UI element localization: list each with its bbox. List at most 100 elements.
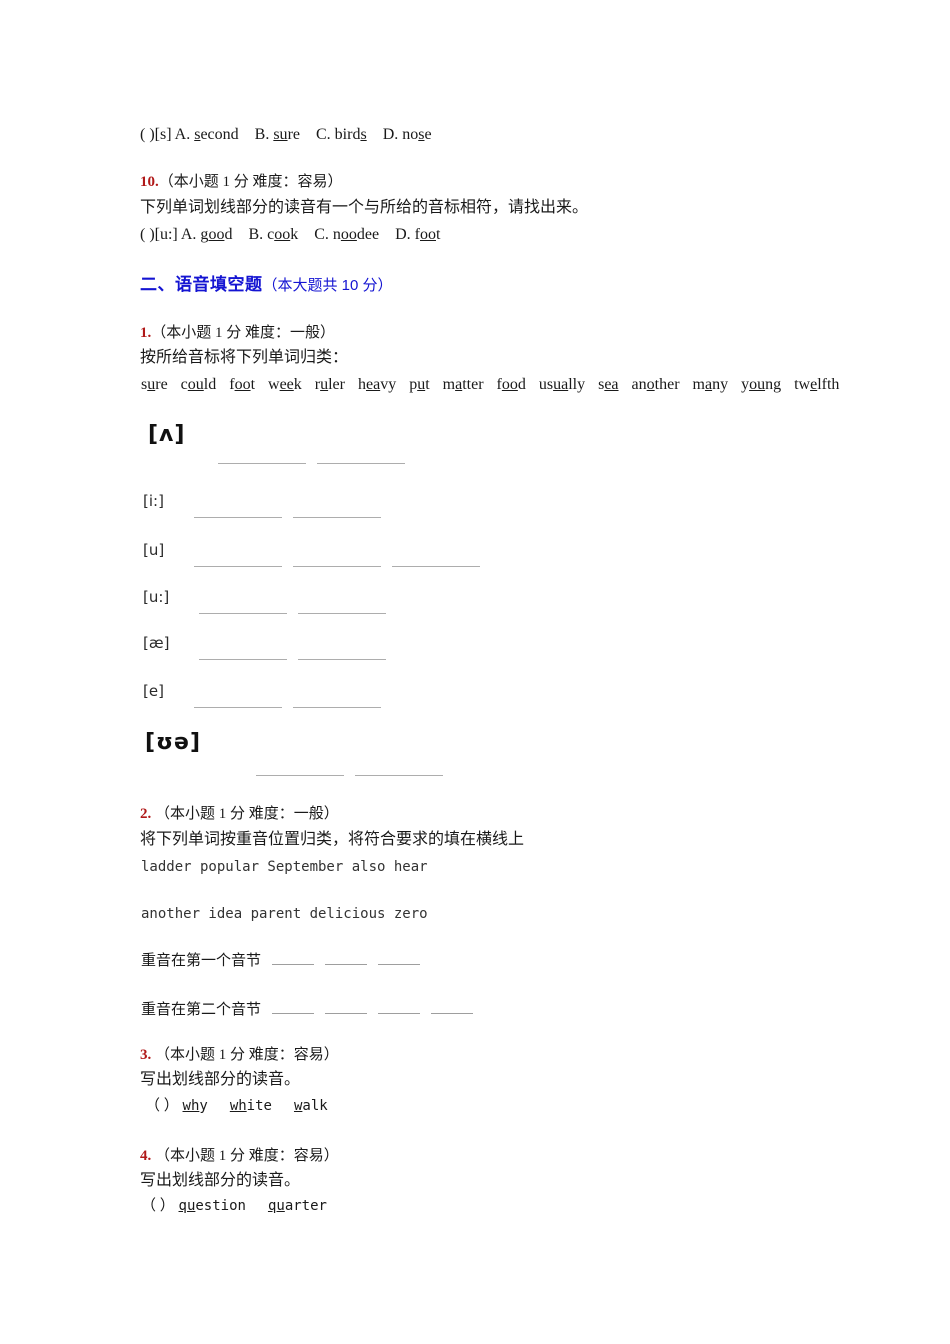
question-2-word-line-1: ladder popular September also hear — [141, 859, 428, 875]
answer-bracket[interactable]: ( ) — [140, 126, 155, 143]
question-meta: （本小题 1 分 难度：一般） — [155, 806, 339, 822]
choice-option[interactable]: D. nose — [383, 126, 432, 143]
question-number: 1. — [140, 325, 152, 341]
answer-blank[interactable] — [378, 963, 421, 965]
word-bank-item: many — [692, 376, 729, 393]
choice-option[interactable]: A. second — [175, 126, 239, 143]
word-bank-item: food — [496, 376, 526, 393]
question-meta: （本小题 1 分 难度：一般） — [151, 325, 336, 341]
ipa-group-row: [i:] — [143, 492, 381, 518]
choice-option[interactable]: D. foot — [395, 226, 440, 243]
choice-option[interactable]: A. good — [181, 226, 233, 243]
word-bank-item: young — [741, 376, 782, 393]
choice-option[interactable]: B. cook — [248, 226, 298, 243]
word-bank-item: week — [268, 376, 302, 393]
underlined-word: quarter — [267, 1198, 327, 1214]
ipa-symbol: [u] — [143, 541, 165, 559]
ipa-answer-blanks[interactable] — [199, 612, 387, 614]
question-10-stem: 下列单词划线部分的读音有一个与所给的音标相符，请找出来。 — [140, 199, 589, 216]
section-two-heading: 二、语音填空题（本大题共 10 分） — [140, 276, 393, 293]
ipa-group-row: [ʌ] — [148, 424, 406, 464]
word-bank-item: could — [180, 376, 217, 393]
answer-blank[interactable] — [272, 1012, 315, 1014]
ipa-symbol: [æ] — [143, 634, 170, 652]
ipa-symbol: [e] — [143, 682, 164, 700]
answer-bracket[interactable]: （ ） — [145, 1098, 179, 1114]
question-3-header: 3. （本小题 1 分 难度：容易） — [140, 1048, 339, 1063]
answer-blank[interactable] — [325, 963, 368, 965]
ipa-group-row: [u] — [143, 541, 481, 567]
answer-bracket[interactable]: （ ） — [141, 1198, 175, 1214]
answer-blank[interactable] — [199, 658, 288, 660]
question-4-stem: 写出划线部分的读音。 — [140, 1172, 301, 1189]
stress-second-syllable-label: 重音在第二个音节 — [141, 1002, 262, 1018]
word-bank-item: put — [409, 376, 430, 393]
stress-second-syllable-blanks[interactable] — [261, 1002, 474, 1019]
ipa-group-row: [e] — [143, 682, 381, 708]
question-1-header: 1.（本小题 1 分 难度：一般） — [140, 326, 335, 341]
choice-line-s: ( )[s] A. second B. sure C. birds D. nose — [140, 127, 448, 143]
word-bank-item: sea — [598, 376, 619, 393]
stress-first-syllable-blanks[interactable] — [261, 953, 421, 970]
answer-bracket[interactable]: ( ) — [140, 226, 155, 243]
answer-blank[interactable] — [298, 658, 387, 660]
choice-option[interactable]: B. sure — [255, 126, 300, 143]
word-bank-item: another — [631, 376, 680, 393]
underlined-word: walk — [293, 1098, 328, 1114]
ipa-answer-blanks[interactable] — [194, 565, 481, 567]
ipa-answer-blanks[interactable] — [193, 516, 381, 518]
ipa-group-row: [æ] — [143, 634, 387, 660]
answer-blank[interactable] — [218, 462, 307, 464]
answer-blank[interactable] — [193, 516, 282, 518]
answer-blank[interactable] — [355, 774, 444, 776]
question-2-word-line-2: another idea parent delicious zero — [141, 906, 428, 922]
choice-options: A. good B. cook C. noodee D. foot — [181, 226, 457, 243]
question-3-stem: 写出划线部分的读音。 — [140, 1071, 301, 1088]
choice-options: A. second B. sure C. birds D. nose — [175, 126, 448, 143]
ipa-answer-blanks[interactable] — [193, 706, 381, 708]
answer-blank[interactable] — [199, 612, 288, 614]
answer-blank[interactable] — [193, 706, 282, 708]
question-number: 4. — [140, 1148, 152, 1164]
stress-first-syllable-label: 重音在第一个音节 — [141, 953, 262, 969]
word-bank-item: usually — [538, 376, 586, 393]
answer-blank[interactable] — [272, 963, 315, 965]
answer-blank[interactable] — [298, 612, 387, 614]
ipa-group-row: [ʊə] — [145, 732, 444, 776]
stress-first-syllable-row: 重音在第一个音节 — [141, 949, 421, 970]
choice-line-u-long: ( )[u:] A. good B. cook C. noodee D. foot — [140, 227, 456, 243]
answer-blank[interactable] — [256, 774, 345, 776]
section-points: （本大题共 10 分） — [262, 277, 393, 294]
answer-blank[interactable] — [292, 706, 381, 708]
answer-blank[interactable] — [378, 1012, 421, 1014]
ipa-answer-blanks[interactable] — [218, 462, 406, 464]
choice-option[interactable]: C. birds — [316, 126, 367, 143]
answer-blank[interactable] — [292, 516, 381, 518]
word-bank: sure could foot week ruler heavy put matter food… — [141, 376, 852, 394]
section-title: 二、语音填空题 — [140, 275, 263, 294]
ipa-symbol: [i:] — [143, 492, 164, 510]
answer-blank[interactable] — [194, 565, 283, 567]
word-bank-item: sure — [141, 376, 168, 393]
underlined-word: why — [182, 1098, 208, 1114]
choice-option[interactable]: C. noodee — [314, 226, 379, 243]
question-meta: （本小题 1 分 难度：容易） — [155, 1047, 339, 1063]
question-4-words: question quarter — [179, 1198, 349, 1214]
question-number: 2. — [140, 806, 152, 822]
question-3-words: why white walk — [183, 1098, 350, 1114]
answer-blank[interactable] — [325, 1012, 368, 1014]
word-bank-item: heavy — [357, 376, 397, 393]
phonetic-symbol: [s] — [154, 126, 175, 143]
worksheet-page: ( )[s] A. second B. sure C. birds D. nose 1… — [0, 0, 950, 1344]
stress-second-syllable-row: 重音在第二个音节 — [141, 998, 474, 1019]
answer-blank[interactable] — [317, 462, 406, 464]
answer-blank[interactable] — [392, 565, 481, 567]
underlined-word: question — [178, 1198, 246, 1214]
ipa-group-row: [u:] — [143, 590, 387, 614]
ipa-answer-blanks[interactable] — [199, 658, 387, 660]
answer-blank[interactable] — [431, 1012, 474, 1014]
ipa-answer-blanks[interactable] — [256, 774, 444, 776]
answer-blank[interactable] — [293, 565, 382, 567]
underlined-word: white — [229, 1098, 272, 1114]
question-4-header: 4. （本小题 1 分 难度：容易） — [140, 1149, 339, 1164]
